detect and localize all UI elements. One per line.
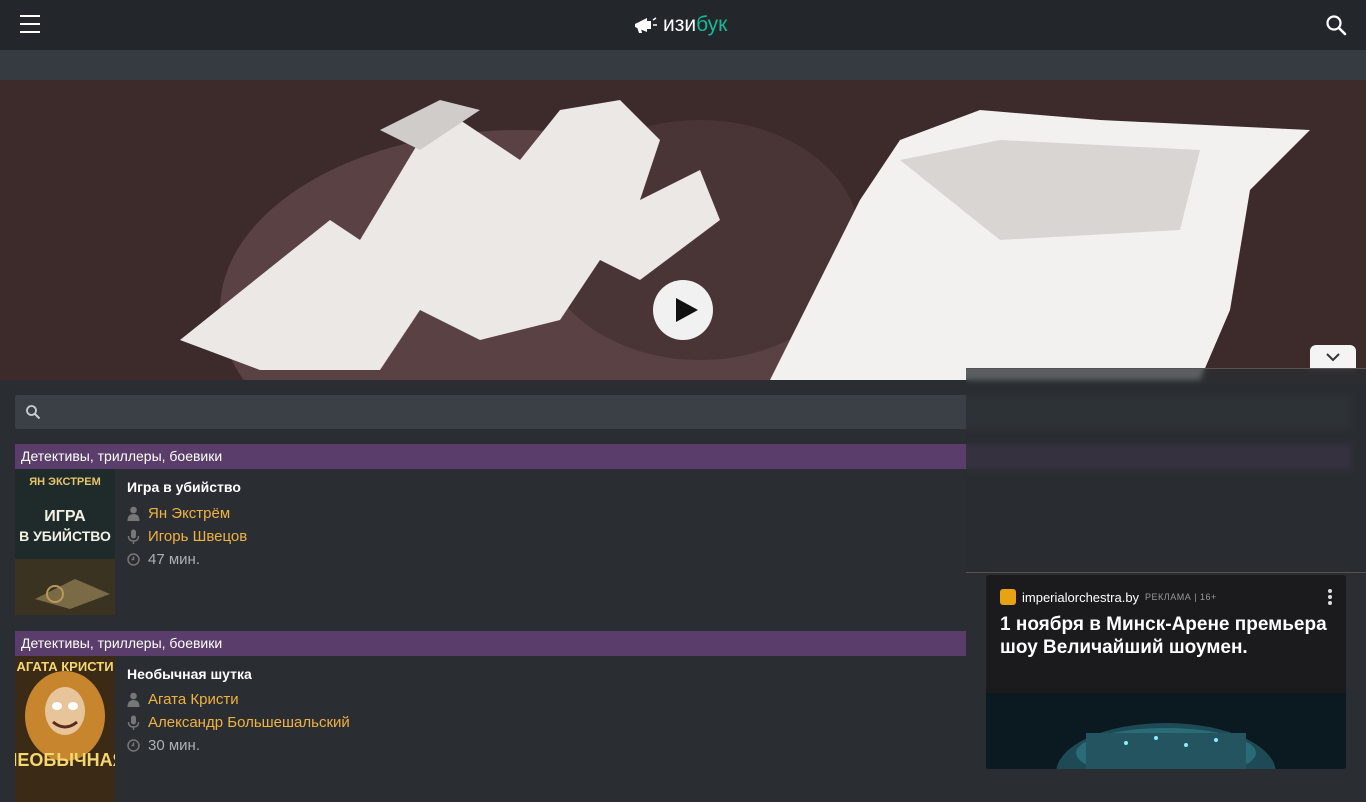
book-cover[interactable]: АГАТА КРИСТИ НЕОБЫЧНАЯ (15, 656, 115, 802)
ad-favicon-icon (1000, 589, 1016, 605)
microphone-icon (127, 715, 140, 730)
reader-link[interactable]: Александр Большешальский (148, 714, 350, 731)
play-button[interactable] (653, 280, 713, 340)
clock-icon (127, 739, 140, 752)
video-player[interactable] (0, 80, 1366, 380)
duration-row: 30 мин. (127, 737, 200, 754)
ad-domain[interactable]: imperialorchestra.by (1022, 590, 1139, 605)
svg-text:НЕОБЫЧНАЯ: НЕОБЫЧНАЯ (15, 750, 115, 770)
duration-row: 47 мин. (127, 551, 200, 568)
ad-container[interactable]: imperialorchestra.by РЕКЛАМА | 16+ 1 ноя… (966, 572, 1366, 769)
ad-title[interactable]: 1 ноября в Минск-Арене премьера шоу Вели… (1000, 613, 1330, 659)
reader-link[interactable]: Игорь Швецов (148, 528, 247, 545)
book-cover[interactable]: ЯН ЭКСТРЕМ ИГРА В УБИЙСТВО (15, 469, 115, 615)
duration-text: 30 мин. (148, 737, 200, 754)
ad-card[interactable]: imperialorchestra.by РЕКЛАМА | 16+ 1 ноя… (986, 575, 1346, 769)
author-row: Агата Кристи (127, 691, 239, 708)
hamburger-icon[interactable] (20, 15, 40, 35)
search-icon[interactable] (1325, 14, 1347, 36)
svg-text:АГАТА КРИСТИ: АГАТА КРИСТИ (16, 659, 113, 674)
clock-icon (127, 553, 140, 566)
duration-text: 47 мин. (148, 551, 200, 568)
svg-text:ИГРА: ИГРА (44, 508, 86, 525)
ad-image[interactable] (986, 693, 1346, 769)
logo-text-part1: изи (663, 13, 697, 36)
sub-bar (0, 50, 1366, 80)
svg-text:В УБИЙСТВО: В УБИЙСТВО (19, 527, 111, 544)
more-vertical-icon[interactable] (1328, 589, 1332, 605)
ad-header: imperialorchestra.by РЕКЛАМА | 16+ (1000, 589, 1217, 605)
reader-row: Игорь Швецов (127, 528, 247, 545)
microphone-icon (127, 529, 140, 544)
author-link[interactable]: Агата Кристи (148, 691, 239, 708)
search-field-icon (26, 405, 41, 420)
ad-collapse-button[interactable] (1310, 345, 1356, 369)
svg-text:ЯН ЭКСТРЕМ: ЯН ЭКСТРЕМ (29, 476, 101, 488)
reader-row: Александр Большешальский (127, 714, 350, 731)
site-logo[interactable]: изи бук (633, 12, 727, 38)
author-row: Ян Экстрём (127, 505, 230, 522)
user-icon (127, 692, 140, 707)
user-icon (127, 506, 140, 521)
top-bar: изи бук (0, 0, 1366, 50)
megaphone-icon (635, 17, 657, 33)
book-title[interactable]: Необычная шутка (127, 666, 252, 682)
ad-overlay-panel (966, 368, 1366, 573)
logo-text-part2: бук (696, 13, 728, 36)
ad-label: РЕКЛАМА | 16+ (1145, 592, 1217, 602)
chevron-down-icon (1326, 353, 1340, 362)
book-title[interactable]: Игра в убийство (127, 479, 241, 495)
author-link[interactable]: Ян Экстрём (148, 505, 230, 522)
